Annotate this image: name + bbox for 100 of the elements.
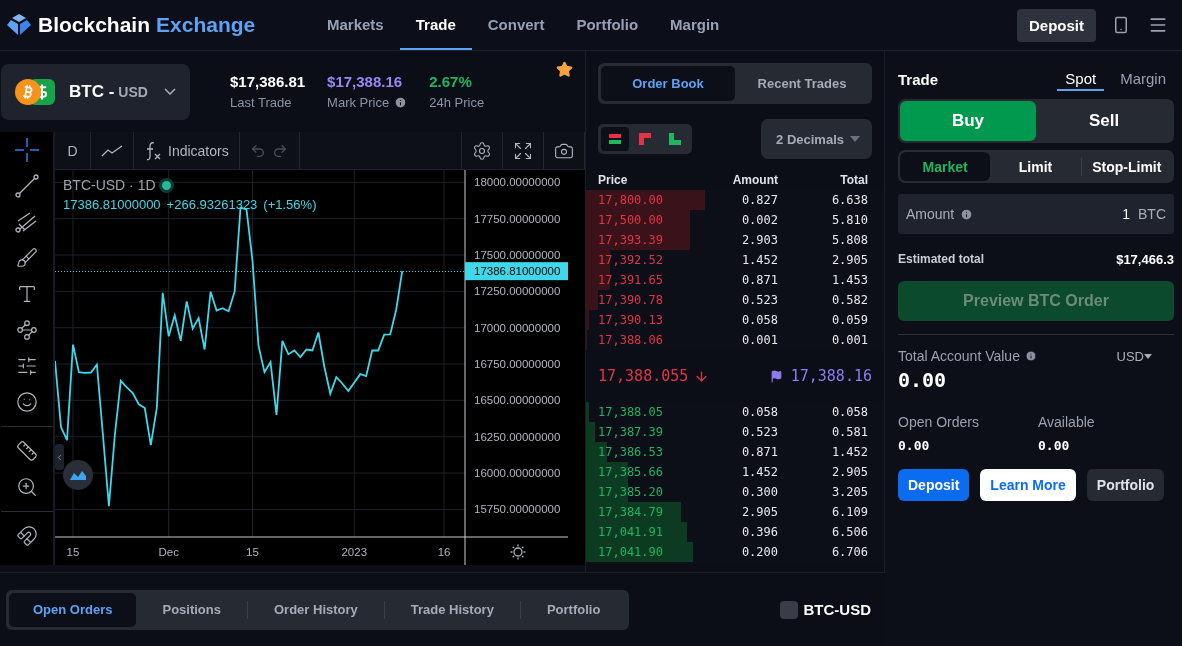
price-cell-text: 17,387.39 bbox=[598, 425, 665, 439]
total-cell-text: 6.506 bbox=[830, 525, 868, 539]
amount-cell-text: 0.827 bbox=[740, 193, 778, 207]
amount-cell-text: 0.871 bbox=[740, 445, 778, 459]
amount-input[interactable]: 1 bbox=[979, 205, 1132, 223]
indicators-button[interactable]: Indicators bbox=[134, 132, 240, 169]
amount-cell-text: 0.523 bbox=[740, 425, 778, 439]
amount-cell-text: 0.001 bbox=[740, 333, 778, 347]
split-view-icon bbox=[609, 133, 621, 145]
account-value: 0.00 bbox=[898, 368, 948, 392]
amount-cell-text: 0.058 bbox=[740, 313, 778, 327]
price-axis-label: 17500.00000000 bbox=[474, 249, 561, 262]
decimals-dropdown[interactable]: 2 Decimals bbox=[761, 119, 872, 159]
info-icon[interactable] bbox=[394, 96, 408, 109]
nav-tab[interactable]: Convert bbox=[471, 0, 561, 50]
checkbox[interactable] bbox=[779, 600, 798, 619]
legend-percent: (+1.56%) bbox=[263, 197, 317, 212]
amount-cell-text: 2.905 bbox=[740, 505, 778, 519]
amount-cell-text: 0.300 bbox=[740, 485, 778, 499]
star-icon[interactable] bbox=[556, 61, 573, 78]
sun-icon[interactable] bbox=[509, 543, 527, 561]
total-cell-text: 2.905 bbox=[830, 253, 868, 267]
price-axis-label: 15750.00000000 bbox=[474, 503, 561, 516]
price-cell-text: 17,390.13 bbox=[598, 313, 665, 327]
amount-cell-text: 0.871 bbox=[740, 273, 778, 287]
price-cell-text: 17,500.00 bbox=[598, 213, 665, 227]
nav-tab[interactable]: Markets bbox=[311, 0, 400, 50]
flag-icon bbox=[769, 369, 783, 383]
price-axis-label: 16250.00000000 bbox=[474, 430, 561, 443]
price-cell-text: 17,388.06 bbox=[598, 333, 665, 347]
stat-value: $17,386.81 bbox=[230, 73, 306, 90]
price-cell-text: 17,390.78 bbox=[598, 293, 665, 307]
price-axis-label: 17250.00000000 bbox=[474, 285, 561, 298]
balance-value: 0.00 bbox=[898, 438, 931, 453]
deposit-button[interactable]: Deposit bbox=[1017, 8, 1096, 42]
side-tab[interactable]: Buy bbox=[900, 101, 1036, 141]
column-header: Amount bbox=[731, 173, 778, 187]
price-cell-text: 17,391.65 bbox=[598, 273, 665, 287]
total-cell-text: 3.205 bbox=[830, 485, 868, 499]
orders-tab[interactable]: Portfolio bbox=[520, 592, 627, 627]
mode-tab[interactable]: Spot bbox=[1057, 67, 1105, 91]
checkbox-label: BTC-USD bbox=[803, 601, 871, 618]
order-type-tab[interactable]: Market bbox=[900, 152, 991, 181]
price-tag: 17386.81000000 bbox=[465, 262, 568, 281]
deposit-button[interactable]: Deposit bbox=[898, 469, 970, 501]
coin-pair-icon bbox=[15, 78, 55, 105]
cloud-chart-icon bbox=[63, 460, 93, 490]
total-cell-text: 6.706 bbox=[830, 545, 868, 559]
interval-button[interactable]: D bbox=[55, 132, 91, 169]
order-type-tab[interactable]: Stop-Limit bbox=[1081, 152, 1172, 181]
pair-selector[interactable]: BTC - USD bbox=[1, 63, 190, 120]
time-axis-label: 2023 bbox=[341, 546, 368, 558]
time-axis-label: 15 bbox=[66, 546, 80, 558]
collapse-handle[interactable] bbox=[55, 444, 64, 470]
price-cell-text: 17,386.53 bbox=[598, 445, 665, 459]
function-icon bbox=[144, 140, 162, 161]
info-icon[interactable] bbox=[1024, 350, 1037, 362]
stat-label: Last Trade bbox=[230, 95, 292, 110]
total-cell-text: 6.638 bbox=[830, 193, 868, 207]
panel-title: Trade bbox=[898, 70, 939, 88]
info-icon[interactable] bbox=[960, 207, 974, 221]
total-cell-text: 1.452 bbox=[830, 445, 868, 459]
amount-cell-text: 2.903 bbox=[740, 233, 778, 247]
amount-cell-text: 0.396 bbox=[740, 525, 778, 539]
unit-label: BTC bbox=[1138, 206, 1166, 222]
estimate-value: $17,466.3 bbox=[1116, 252, 1174, 267]
balance-value: 0.00 bbox=[1038, 438, 1071, 453]
spread-price: 17,388.055 bbox=[598, 367, 689, 385]
nav-tab[interactable]: Portfolio bbox=[560, 0, 655, 50]
side-tab[interactable]: Sell bbox=[1036, 101, 1172, 141]
stat-label: Mark Price bbox=[327, 95, 390, 110]
column-header: Total bbox=[839, 173, 868, 187]
total-cell-text: 5.808 bbox=[830, 233, 868, 247]
orders-tab[interactable]: Trade History bbox=[384, 592, 520, 627]
time-axis-label: Dec bbox=[158, 546, 179, 558]
amount-cell-text: 0.200 bbox=[740, 545, 778, 559]
balance-label: Open Orders bbox=[898, 414, 980, 430]
book-tab[interactable]: Order Book bbox=[601, 66, 735, 101]
orders-tab[interactable]: Open Orders bbox=[9, 592, 137, 627]
nav-tab[interactable]: Margin bbox=[654, 0, 736, 50]
amount-cell-text: 1.452 bbox=[740, 465, 778, 479]
orders-tab[interactable]: Order History bbox=[248, 592, 384, 627]
time-axis-label: 15 bbox=[246, 546, 259, 558]
field-label: Amount bbox=[906, 206, 955, 222]
mark-price: 17,388.16 bbox=[790, 367, 872, 385]
mode-tab[interactable]: Margin bbox=[1112, 67, 1174, 91]
view-toggle[interactable] bbox=[601, 127, 629, 151]
nav-tab[interactable]: Trade bbox=[399, 0, 472, 50]
total-cell-text: 6.109 bbox=[830, 505, 868, 519]
learn-more-button[interactable]: Learn More bbox=[980, 469, 1076, 501]
orders-tab[interactable]: Positions bbox=[136, 592, 247, 627]
price-axis-label: 16750.00000000 bbox=[474, 358, 561, 371]
currency-dropdown[interactable]: USD bbox=[1116, 348, 1152, 364]
order-type-tab[interactable]: Limit bbox=[990, 152, 1081, 181]
time-axis-label: 16 bbox=[437, 546, 451, 558]
portfolio-button[interactable]: Portfolio bbox=[1086, 469, 1165, 501]
balance-label: Available bbox=[1038, 414, 1096, 430]
book-tab[interactable]: Recent Trades bbox=[735, 66, 869, 101]
price-cell-text: 17,800.00 bbox=[598, 193, 665, 207]
legend-change: +266.93261323 bbox=[166, 197, 258, 212]
